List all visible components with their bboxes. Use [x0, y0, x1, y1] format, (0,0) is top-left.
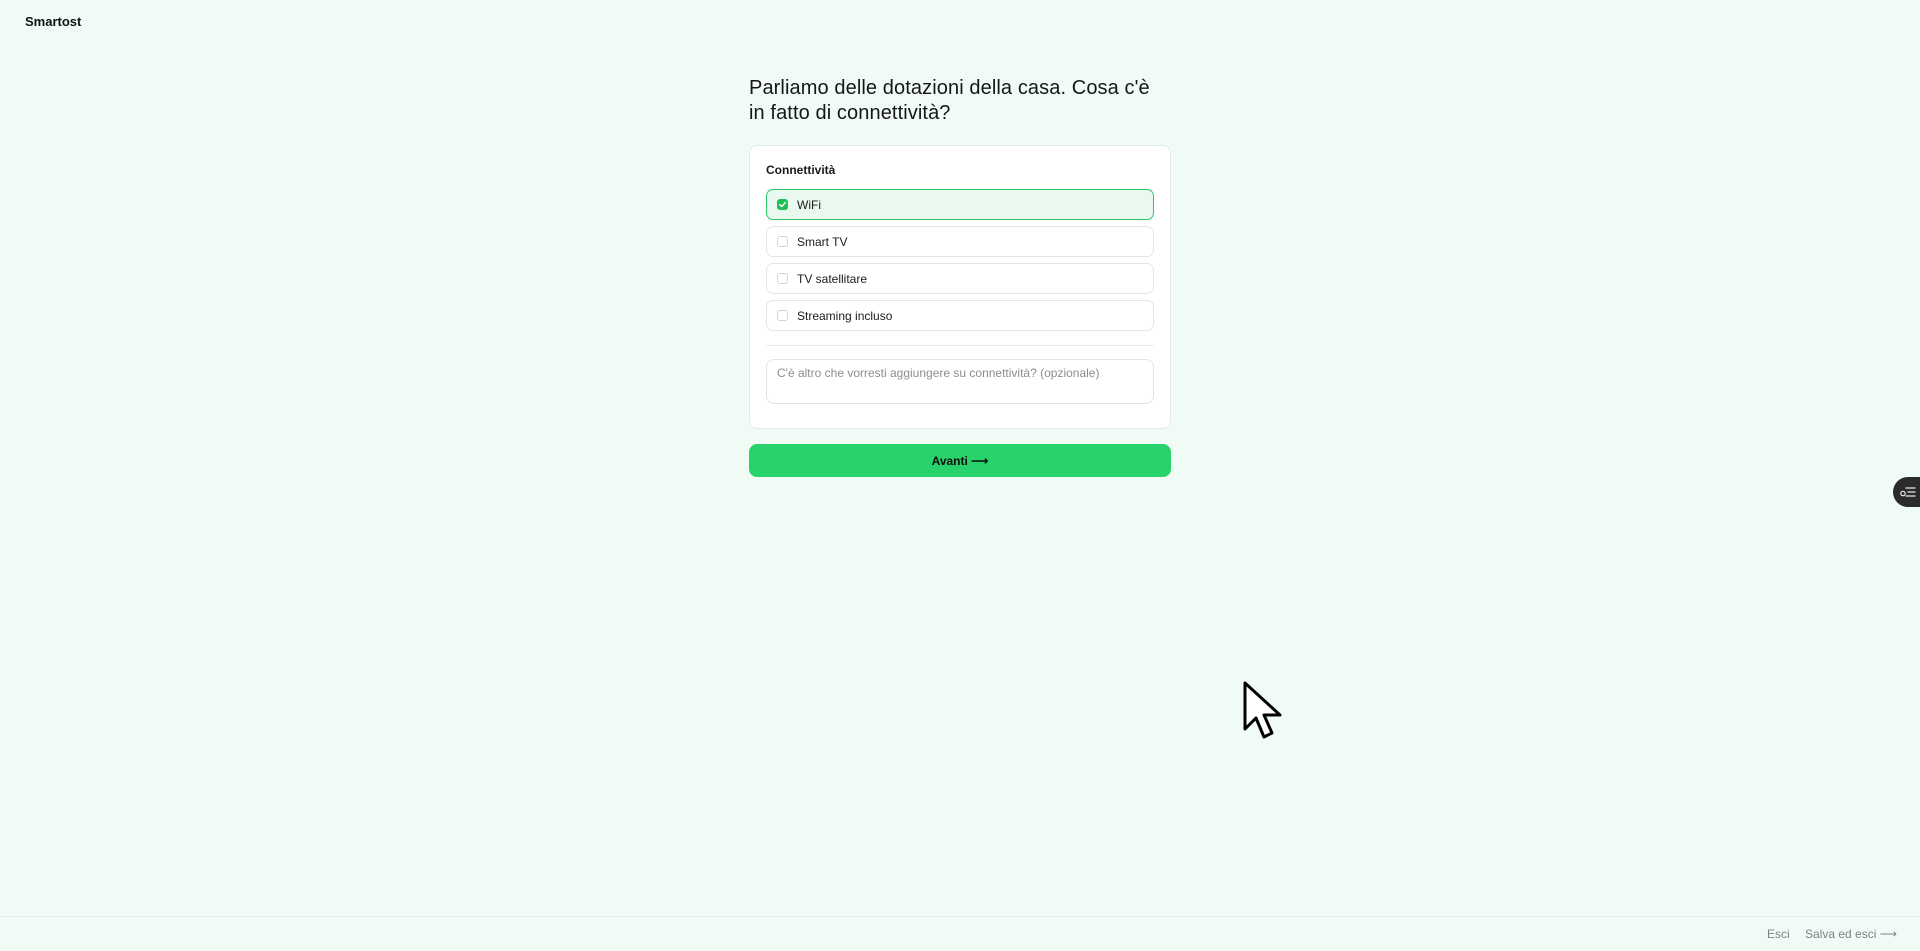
question-title: Parliamo delle dotazioni della casa. Cos… — [749, 77, 1150, 124]
checkbox[interactable] — [777, 236, 788, 247]
option-label: TV satellitare — [797, 271, 868, 286]
option-smart-tv[interactable]: Smart TV — [766, 226, 1154, 257]
divider — [766, 345, 1154, 346]
checkbox[interactable] — [777, 310, 788, 321]
page: Smartost Parliamo delle dotazioni della … — [0, 0, 1920, 951]
option-label: Streaming incluso — [797, 308, 893, 323]
option-tv-satellitare[interactable]: TV satellitare — [766, 263, 1154, 294]
notes-textarea[interactable] — [766, 359, 1154, 404]
section-title: Connettività — [766, 163, 836, 177]
option-label: Smart TV — [797, 234, 848, 249]
footer: Esci Salva ed esci ⟶ — [0, 916, 1920, 951]
side-widget-button[interactable] — [1893, 477, 1920, 507]
checkbox[interactable] — [777, 273, 788, 284]
connectivity-card: Connettività WiFi Smart TV TV satellitar… — [749, 145, 1171, 429]
list-settings-icon — [1900, 487, 1916, 497]
options-list: WiFi Smart TV TV satellitare Streaming i… — [766, 189, 1154, 331]
option-label: WiFi — [797, 197, 821, 212]
next-button[interactable]: Avanti ⟶ — [749, 444, 1171, 477]
checkbox[interactable] — [777, 199, 788, 210]
brand-logo[interactable]: Smartost — [25, 14, 81, 29]
check-icon — [779, 201, 787, 208]
exit-link[interactable]: Esci — [1767, 927, 1790, 941]
option-wifi[interactable]: WiFi — [766, 189, 1154, 220]
option-streaming-incluso[interactable]: Streaming incluso — [766, 300, 1154, 331]
save-exit-link[interactable]: Salva ed esci ⟶ — [1805, 927, 1897, 941]
mouse-cursor-icon — [1243, 681, 1282, 739]
main-content: Parliamo delle dotazioni della casa. Cos… — [749, 76, 1171, 477]
